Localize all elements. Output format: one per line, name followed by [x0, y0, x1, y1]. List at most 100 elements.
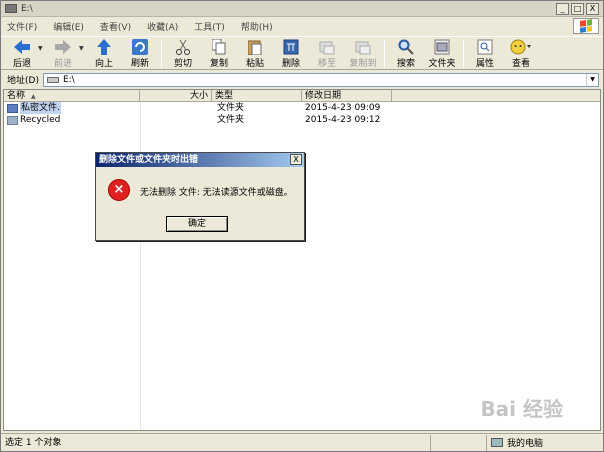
window-title: E:\	[21, 3, 33, 14]
copy-icon	[212, 39, 226, 55]
cut-label: 剪切	[173, 59, 192, 69]
back-dropdown-icon[interactable]: ▼	[38, 45, 44, 52]
copy-to-icon	[355, 39, 371, 55]
address-input[interactable]: E:\ ▼	[42, 72, 599, 87]
dialog-close-button[interactable]: X	[290, 154, 302, 165]
copy-button[interactable]: 复制	[204, 37, 234, 69]
folders-icon	[434, 39, 450, 55]
folders-label: 文件夹	[428, 59, 456, 69]
forward-button[interactable]: 前进	[48, 37, 78, 69]
file-list[interactable]: 名称 ▲ 大小 类型 修改日期 私密文件. 文件夹 2015-4-23 09:09…	[3, 89, 601, 431]
cell-size	[140, 114, 212, 126]
status-location: 我的电脑	[487, 435, 543, 451]
menu-help[interactable]: 帮助(H)	[241, 20, 273, 33]
error-icon: ×	[108, 179, 130, 201]
address-dropdown-icon[interactable]: ▼	[586, 73, 598, 86]
up-button[interactable]: 向上	[89, 37, 119, 69]
cut-button[interactable]: 剪切	[168, 37, 198, 69]
cell-name: 私密文件.	[4, 102, 140, 114]
cell-type: 文件夹	[217, 103, 245, 113]
maximize-button[interactable]: □	[571, 3, 584, 15]
my-computer-icon	[491, 438, 503, 447]
refresh-icon	[132, 39, 148, 55]
delete-button[interactable]: 删除	[276, 37, 306, 69]
menu-tools[interactable]: 工具(T)	[194, 20, 225, 33]
drive-icon	[46, 76, 59, 83]
menu-bar: 文件(F) 编辑(E) 查看(V) 收藏(A) 工具(T) 帮助(H)	[1, 17, 603, 35]
ok-button[interactable]: 确定	[166, 216, 228, 232]
status-section	[431, 434, 487, 451]
column-name[interactable]: 名称 ▲	[4, 90, 140, 102]
refresh-label: 刷新	[130, 59, 149, 69]
folder-icon	[7, 103, 18, 113]
status-text: 选定 1 个对象	[1, 434, 431, 451]
search-button[interactable]: 搜索	[391, 37, 421, 69]
title-bar[interactable]: E:\ _ □ X	[1, 1, 603, 17]
address-bar: 地址(D) E:\ ▼	[1, 71, 603, 88]
dialog-title-bar[interactable]: 删除文件或文件夹时出错 X	[96, 153, 304, 167]
forward-label: 前进	[53, 59, 72, 69]
dialog-title: 删除文件或文件夹时出错	[99, 155, 199, 165]
forward-dropdown-icon[interactable]: ▼	[79, 45, 85, 52]
list-header: 名称 ▲ 大小 类型 修改日期	[4, 90, 600, 102]
back-label: 后退	[12, 59, 31, 69]
move-to-label: 移至	[317, 59, 336, 69]
folder-window-icon	[5, 4, 17, 13]
delete-icon	[283, 39, 299, 55]
views-button[interactable]: 查看	[506, 37, 536, 69]
toolbar-separator	[161, 40, 162, 68]
column-date[interactable]: 修改日期	[302, 90, 392, 102]
column-type[interactable]: 类型	[212, 90, 302, 102]
properties-label: 属性	[475, 59, 494, 69]
move-to-button[interactable]: 移至	[312, 37, 342, 69]
refresh-button[interactable]: 刷新	[125, 37, 155, 69]
views-icon	[510, 39, 532, 55]
table-row[interactable]: 私密文件. 文件夹 2015-4-23 09:09	[4, 102, 600, 114]
file-name: Recycled	[20, 115, 61, 125]
status-bar: 选定 1 个对象 我的电脑	[1, 433, 603, 451]
cell-size	[140, 102, 212, 114]
sort-up-icon: ▲	[31, 93, 36, 100]
properties-button[interactable]: 属性	[470, 37, 500, 69]
copy-label: 复制	[209, 59, 228, 69]
cell-date: 2015-4-23 09:12	[305, 115, 381, 125]
views-label: 查看	[511, 59, 530, 69]
copy-to-label: 复制到	[349, 59, 377, 69]
paste-button[interactable]: 粘贴	[240, 37, 270, 69]
cell-date: 2015-4-23 09:09	[305, 103, 381, 113]
address-label: 地址(D)	[7, 76, 39, 86]
paste-label: 粘贴	[245, 59, 264, 69]
search-icon	[398, 39, 414, 55]
column-size[interactable]: 大小	[140, 90, 212, 102]
search-label: 搜索	[396, 59, 415, 69]
up-arrow-icon	[97, 39, 111, 55]
scissors-icon	[176, 39, 190, 55]
up-label: 向上	[94, 59, 113, 69]
toolbar-separator	[463, 40, 464, 68]
forward-arrow-icon	[55, 39, 71, 55]
status-location-label: 我的电脑	[507, 439, 544, 449]
back-arrow-icon	[14, 39, 30, 55]
toolbar: 后退 ▼ 前进 ▼ 向上 刷新 剪切 复制 粘贴 删除 移至 复制到 搜索 文件…	[1, 36, 603, 70]
recycle-folder-icon	[7, 115, 18, 125]
close-button[interactable]: X	[586, 3, 599, 15]
folders-button[interactable]: 文件夹	[427, 37, 457, 69]
toolbar-separator	[384, 40, 385, 68]
menu-view[interactable]: 查看(V)	[100, 20, 131, 33]
properties-icon	[477, 39, 493, 55]
window-controls: _ □ X	[554, 3, 599, 15]
table-row[interactable]: Recycled 文件夹 2015-4-23 09:12	[4, 114, 600, 126]
clipboard-icon	[248, 39, 262, 55]
cell-type: 文件夹	[217, 115, 245, 125]
minimize-button[interactable]: _	[556, 3, 569, 15]
copy-to-button[interactable]: 复制到	[348, 37, 378, 69]
error-dialog: 删除文件或文件夹时出错 X × 无法删除 文件: 无法读源文件或磁盘。 确定	[95, 152, 305, 241]
move-to-icon	[319, 39, 335, 55]
menu-favorites[interactable]: 收藏(A)	[147, 20, 178, 33]
menu-edit[interactable]: 编辑(E)	[53, 20, 84, 33]
back-button[interactable]: 后退	[7, 37, 37, 69]
menu-file[interactable]: 文件(F)	[7, 20, 37, 33]
explorer-window: E:\ _ □ X 文件(F) 编辑(E) 查看(V) 收藏(A) 工具(T) …	[0, 0, 604, 452]
cell-name: Recycled	[4, 114, 140, 126]
dialog-message: 无法删除 文件: 无法读源文件或磁盘。	[140, 188, 293, 198]
